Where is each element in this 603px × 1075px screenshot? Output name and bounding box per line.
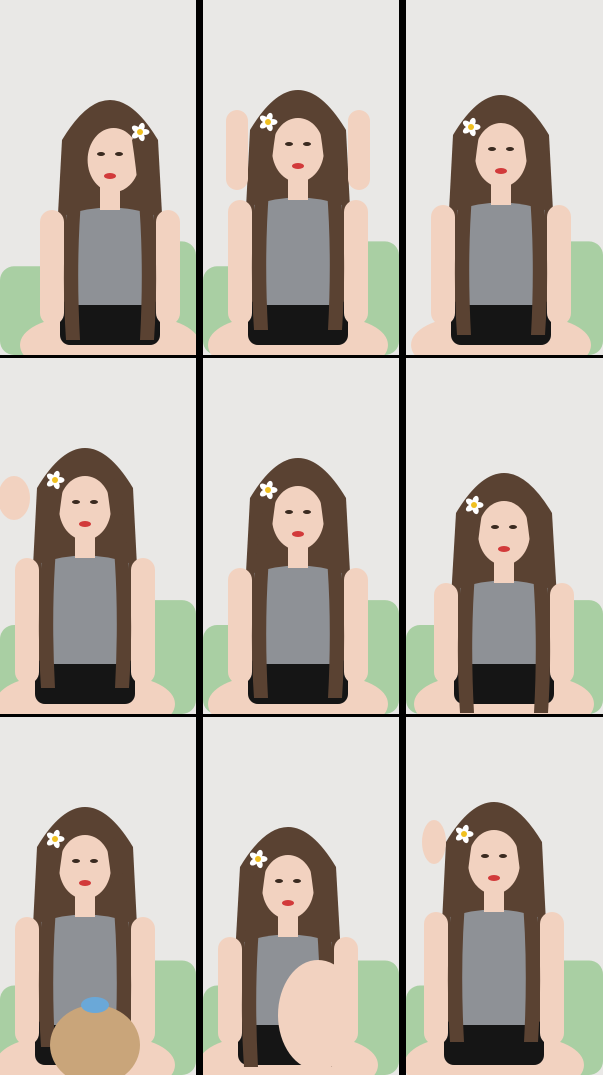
arm: [344, 568, 368, 684]
arm: [131, 917, 155, 1045]
face: [59, 835, 111, 899]
eye: [90, 500, 98, 504]
plush-toy-hat: [81, 997, 109, 1013]
lips: [488, 875, 500, 881]
eye: [285, 510, 293, 514]
lips: [495, 168, 507, 174]
face: [478, 501, 530, 565]
lips: [498, 546, 510, 552]
eye: [115, 152, 123, 156]
arm: [15, 558, 39, 684]
arm: [431, 205, 455, 325]
face: [272, 486, 324, 550]
raised-knee: [278, 960, 358, 1070]
photo-image: [203, 358, 399, 714]
photo-frame-5: [203, 358, 399, 714]
eye: [72, 500, 80, 504]
face: [262, 855, 314, 919]
raised-arm: [226, 110, 248, 190]
face: [87, 128, 140, 192]
arm: [547, 205, 571, 325]
lips: [79, 880, 91, 886]
eye: [491, 525, 499, 529]
eye: [72, 859, 80, 863]
arm: [228, 200, 252, 325]
eye: [275, 879, 283, 883]
photo-image: [0, 717, 196, 1075]
photo-frame-4: [0, 358, 196, 714]
photo-image: [0, 0, 196, 355]
photo-image: [203, 0, 399, 355]
photo-frame-8: [203, 717, 399, 1075]
photo-frame-2: [203, 0, 399, 355]
photo-image: [0, 358, 196, 714]
arm: [434, 583, 458, 684]
photo-collage: [0, 0, 603, 1075]
eye: [303, 510, 311, 514]
face: [59, 476, 111, 540]
photo-frame-9: [406, 717, 603, 1075]
photo-image: [406, 717, 603, 1075]
photo-frame-3: [406, 0, 603, 355]
arm: [550, 583, 574, 684]
face: [468, 830, 520, 894]
arm: [15, 917, 39, 1045]
arm: [228, 568, 252, 684]
raised-hand: [422, 820, 446, 864]
eye: [481, 854, 489, 858]
eye: [509, 525, 517, 529]
arm: [540, 912, 564, 1045]
eye: [488, 147, 496, 151]
photo-image: [406, 0, 603, 355]
photo-frame-7: [0, 717, 196, 1075]
arm: [40, 210, 64, 325]
photo-image: [406, 358, 603, 714]
eye: [499, 854, 507, 858]
photo-image: [203, 717, 399, 1075]
face: [475, 123, 527, 187]
photo-frame-6: [406, 358, 603, 714]
arm: [218, 937, 242, 1045]
arm: [344, 200, 368, 325]
arm: [156, 210, 180, 325]
lips: [79, 521, 91, 527]
lips: [104, 173, 116, 179]
lips: [282, 900, 294, 906]
face: [272, 118, 324, 182]
arm: [424, 912, 448, 1045]
photo-frame-1: [0, 0, 196, 355]
eye: [285, 142, 293, 146]
eye: [506, 147, 514, 151]
eye: [97, 152, 105, 156]
lips: [292, 531, 304, 537]
lips: [292, 163, 304, 169]
raised-arm: [348, 110, 370, 190]
arm: [131, 558, 155, 684]
eye: [293, 879, 301, 883]
eye: [90, 859, 98, 863]
eye: [303, 142, 311, 146]
